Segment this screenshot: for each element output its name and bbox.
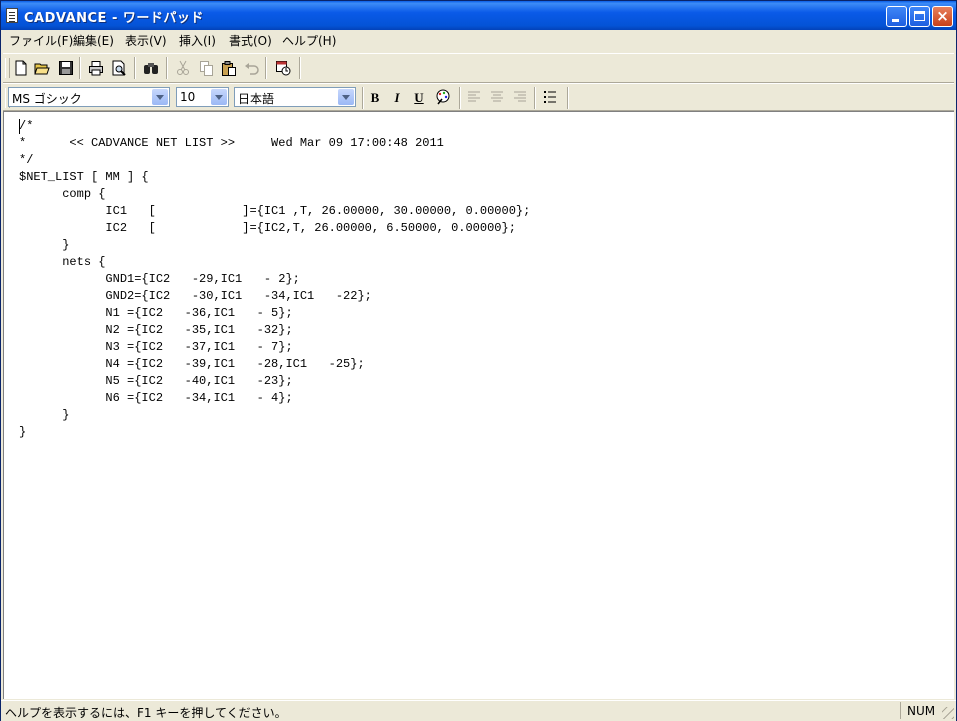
print-icon[interactable] bbox=[88, 60, 104, 76]
standard-toolbar bbox=[3, 53, 954, 83]
menu-view[interactable]: 表示(V) bbox=[125, 32, 167, 49]
close-icon: × bbox=[936, 7, 949, 25]
menu-file[interactable]: ファイル(F) bbox=[9, 32, 73, 49]
close-button[interactable]: × bbox=[932, 6, 953, 27]
save-icon[interactable] bbox=[58, 60, 74, 76]
italic-button[interactable]: I bbox=[388, 89, 406, 107]
color-palette-icon[interactable] bbox=[435, 89, 451, 105]
text-caret bbox=[19, 119, 20, 134]
window-title: CADVANCE - ワードパッド bbox=[24, 11, 204, 26]
toolbar-separator bbox=[567, 87, 569, 109]
maximize-icon bbox=[914, 11, 925, 21]
align-left-icon bbox=[468, 91, 480, 102]
bold-button[interactable]: B bbox=[366, 89, 384, 107]
toolbar-separator bbox=[134, 57, 136, 79]
cut-icon bbox=[177, 60, 189, 75]
status-num-panel: NUM bbox=[900, 702, 941, 719]
document-editor[interactable]: /* * << CADVANCE NET LIST >> Wed Mar 09 … bbox=[3, 111, 954, 699]
format-toolbar: MS ゴシック 10 日本語 B I U bbox=[3, 83, 954, 111]
bullets-icon[interactable] bbox=[542, 89, 558, 105]
wordpad-window: CADVANCE - ワードパッド × ファイル(F) 編集(E) 表示(V) … bbox=[0, 0, 957, 721]
insert-date-time-icon[interactable] bbox=[275, 60, 291, 76]
align-right-icon bbox=[514, 91, 526, 102]
num-lock-indicator: NUM bbox=[907, 704, 936, 718]
menu-insert[interactable]: 挿入(I) bbox=[179, 32, 216, 49]
toolbar-separator bbox=[534, 87, 536, 109]
menu-edit[interactable]: 編集(E) bbox=[73, 32, 114, 49]
status-help-text: ヘルプを表示するには、F1 キーを押してください。 bbox=[5, 706, 287, 720]
copy-icon bbox=[200, 61, 213, 76]
menu-bar: ファイル(F) 編集(E) 表示(V) 挿入(I) 書式(O) ヘルプ(H) bbox=[1, 30, 956, 50]
toolbar-separator bbox=[166, 57, 168, 79]
paste-icon[interactable] bbox=[221, 60, 237, 76]
chevron-down-icon[interactable] bbox=[338, 89, 354, 105]
open-folder-icon[interactable] bbox=[34, 60, 50, 76]
toolbar-separator bbox=[362, 87, 364, 109]
underline-button[interactable]: U bbox=[410, 89, 428, 107]
print-preview-icon[interactable] bbox=[111, 60, 127, 76]
script-combo[interactable]: 日本語 bbox=[234, 87, 356, 107]
toolbar-separator bbox=[299, 57, 301, 79]
chevron-down-icon[interactable] bbox=[211, 89, 227, 105]
minimize-button[interactable] bbox=[886, 6, 907, 27]
maximize-button[interactable] bbox=[909, 6, 930, 27]
align-center-icon bbox=[491, 91, 503, 102]
wordpad-app-icon[interactable] bbox=[6, 8, 18, 23]
title-bar[interactable]: CADVANCE - ワードパッド × bbox=[1, 1, 956, 30]
menu-help[interactable]: ヘルプ(H) bbox=[282, 32, 336, 49]
toolbar-grip[interactable] bbox=[5, 58, 10, 78]
font-size-combo[interactable]: 10 bbox=[176, 87, 229, 107]
font-size-value: 10 bbox=[180, 90, 196, 104]
toolbar-separator bbox=[265, 57, 267, 79]
toolbar-separator bbox=[79, 57, 81, 79]
font-name-combo[interactable]: MS ゴシック bbox=[8, 87, 170, 107]
minimize-icon bbox=[892, 19, 899, 22]
script-value: 日本語 bbox=[238, 92, 275, 106]
status-bar: ヘルプを表示するには、F1 キーを押してください。 NUM bbox=[1, 700, 956, 721]
font-name-value: MS ゴシック bbox=[12, 92, 82, 106]
document-text[interactable]: /* * << CADVANCE NET LIST >> Wed Mar 09 … bbox=[19, 118, 530, 441]
undo-icon bbox=[245, 63, 259, 75]
chevron-down-icon[interactable] bbox=[152, 89, 168, 105]
toolbar-separator bbox=[459, 87, 461, 109]
menu-format[interactable]: 書式(O) bbox=[229, 32, 272, 49]
new-document-icon[interactable] bbox=[13, 60, 29, 76]
find-icon[interactable] bbox=[143, 60, 159, 76]
resize-grip-icon[interactable] bbox=[942, 707, 954, 719]
